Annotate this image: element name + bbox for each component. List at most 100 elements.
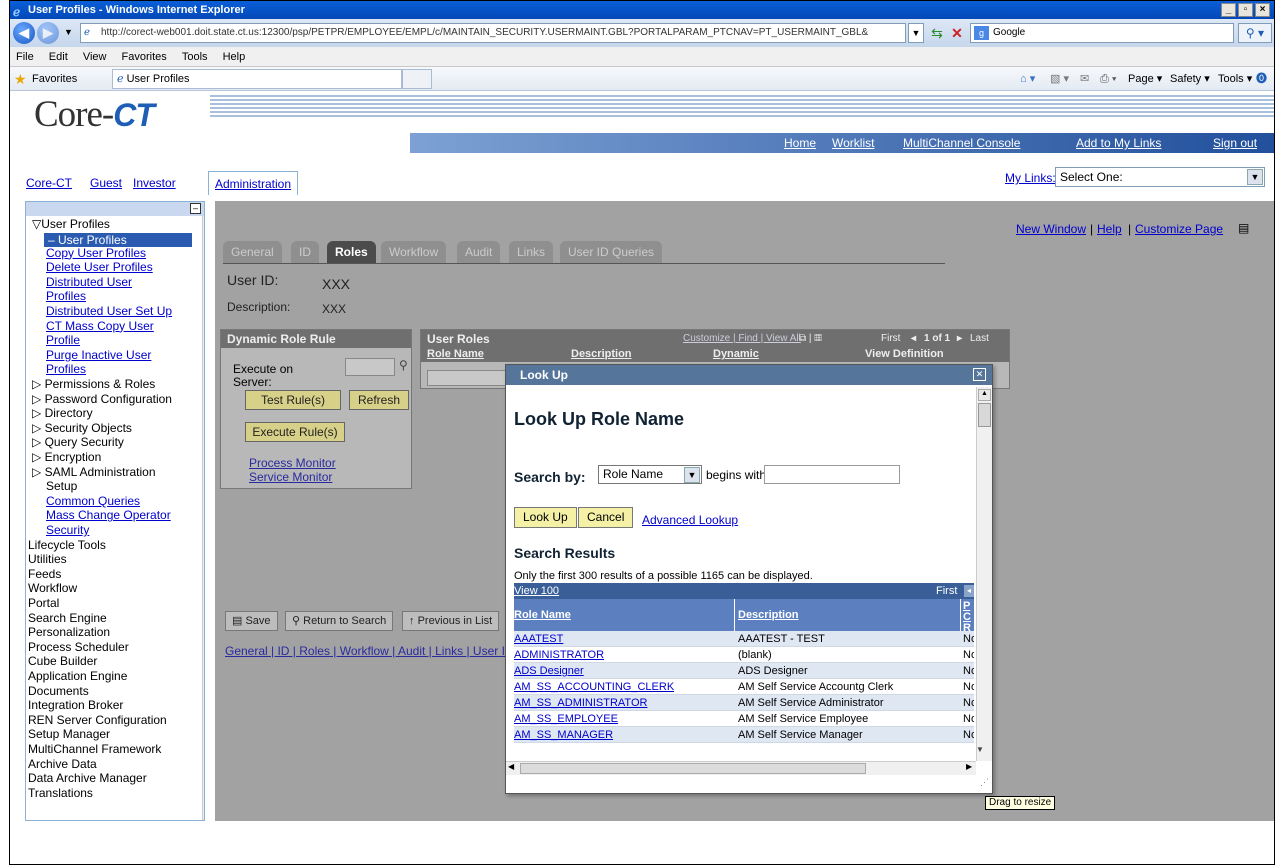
- home-link[interactable]: Home: [784, 136, 816, 150]
- tab-guest[interactable]: Guest: [90, 171, 122, 195]
- scroll-left-icon[interactable]: ◀: [508, 762, 514, 771]
- look-up-button[interactable]: Look Up: [514, 507, 577, 528]
- return-to-search-button[interactable]: ⚲ Return to Search: [285, 611, 394, 631]
- grid-next-icon[interactable]: ▸: [957, 330, 962, 348]
- collapse-menu-icon[interactable]: –: [190, 203, 201, 214]
- grid-last[interactable]: Last: [970, 330, 989, 348]
- tab-id[interactable]: ID: [291, 241, 319, 263]
- new-window-link[interactable]: New Window: [1016, 222, 1086, 236]
- print-icon[interactable]: ⎙ ▾: [1100, 67, 1116, 91]
- tab-audit[interactable]: Audit: [457, 241, 501, 263]
- menu-item-18[interactable]: Setup: [46, 480, 77, 493]
- role-name-search-input[interactable]: [764, 465, 900, 484]
- menu-help[interactable]: Help: [223, 51, 246, 63]
- role-name-link[interactable]: ADMINISTRATOR: [514, 647, 604, 663]
- results-col-description[interactable]: Description: [738, 609, 799, 621]
- menu-item-14[interactable]: ▷ Security Objects: [32, 421, 132, 435]
- col-dynamic[interactable]: Dynamic: [713, 348, 759, 360]
- menu-item-19[interactable]: Common Queries: [46, 494, 140, 508]
- menu-item-2[interactable]: Copy User Profiles: [46, 246, 146, 260]
- search-by-select[interactable]: Role Name ▼: [598, 465, 702, 484]
- menu-item-31[interactable]: Application Engine: [28, 670, 127, 683]
- menu-item-36[interactable]: MultiChannel Framework: [28, 743, 161, 756]
- scroll-right-icon[interactable]: ▶: [966, 762, 972, 771]
- sign-out-link[interactable]: Sign out: [1213, 136, 1257, 150]
- role-name-link[interactable]: AAATEST: [514, 631, 563, 647]
- close-icon[interactable]: ✕: [973, 368, 986, 381]
- role-name-link[interactable]: AM_SS_EMPLOYEE: [514, 711, 618, 727]
- grid-zoom-icon[interactable]: ⧉ | ▦: [799, 330, 822, 348]
- modal-vertical-scrollbar[interactable]: ▲: [976, 387, 992, 761]
- tab-administration[interactable]: Administration: [208, 171, 299, 195]
- test-rules-button[interactable]: Test Rule(s): [245, 390, 341, 410]
- role-name-input[interactable]: [427, 370, 507, 386]
- modal-hscroll-thumb[interactable]: [520, 763, 866, 774]
- server-input[interactable]: [345, 358, 395, 376]
- menu-item-33[interactable]: Integration Broker: [28, 699, 123, 712]
- history-dropdown-icon[interactable]: ▼: [64, 27, 73, 37]
- customize-page-link[interactable]: Customize Page: [1135, 222, 1223, 236]
- menu-item-4[interactable]: Distributed User: [46, 275, 132, 289]
- browser-tab-user-profiles[interactable]: ℯ User Profiles: [112, 69, 402, 89]
- menu-item-12[interactable]: ▷ Password Configuration: [32, 392, 172, 406]
- menu-item-13[interactable]: ▷ Directory: [32, 407, 93, 420]
- results-first[interactable]: First: [936, 583, 957, 599]
- scroll-up-icon[interactable]: ▲: [204, 218, 205, 230]
- url-dropdown-icon[interactable]: ▼: [908, 23, 924, 43]
- role-name-link[interactable]: ADS Designer: [514, 663, 584, 679]
- menu-item-24[interactable]: Feeds: [28, 567, 61, 581]
- tab-user-id-queries[interactable]: User ID Queries: [560, 241, 663, 263]
- menu-item-20[interactable]: Mass Change Operator: [46, 509, 171, 522]
- minimize-button[interactable]: _: [1221, 3, 1236, 17]
- add-to-my-links-link[interactable]: Add to My Links: [1076, 136, 1161, 150]
- modal-horizontal-scrollbar[interactable]: ◀ ▶: [506, 761, 976, 775]
- menu-item-23[interactable]: Utilities: [28, 553, 67, 566]
- menu-scrollbar[interactable]: ▲: [202, 216, 205, 820]
- menu-scroll-thumb[interactable]: [204, 232, 205, 692]
- tools-menu[interactable]: Tools ▾: [1218, 67, 1252, 91]
- role-name-link[interactable]: AM_SS_ADMINISTRATOR: [514, 695, 647, 711]
- multichannel-console-link[interactable]: MultiChannel Console: [903, 136, 1020, 150]
- menu-item-11[interactable]: ▷ Permissions & Roles: [32, 378, 155, 391]
- tab-workflow[interactable]: Workflow: [381, 241, 447, 263]
- page-menu[interactable]: Page ▾: [1128, 67, 1162, 91]
- menu-item-37[interactable]: Archive Data: [28, 757, 97, 771]
- service-monitor-link[interactable]: Service Monitor: [249, 470, 332, 484]
- advanced-lookup-link[interactable]: Advanced Lookup: [642, 513, 738, 527]
- results-prev-icon[interactable]: ◂: [964, 585, 974, 597]
- role-name-link[interactable]: AM_SS_MANAGER: [514, 727, 613, 743]
- favorites-button[interactable]: Favorites: [32, 67, 77, 91]
- maximize-button[interactable]: ▫: [1238, 3, 1253, 17]
- home-icon[interactable]: ⌂ ▾: [1020, 67, 1035, 91]
- menu-favorites[interactable]: Favorites: [122, 51, 167, 63]
- menu-item-35[interactable]: Setup Manager: [28, 728, 110, 741]
- menu-item-39[interactable]: Translations: [28, 786, 93, 800]
- help-icon[interactable]: ⓿: [1256, 67, 1267, 91]
- menu-item-34[interactable]: REN Server Configuration: [28, 713, 167, 727]
- role-name-link[interactable]: AM_SS_ACCOUNTING_CLERK: [514, 679, 674, 695]
- my-links-select[interactable]: Select One: ▼: [1055, 167, 1265, 187]
- mail-icon[interactable]: ✉: [1080, 67, 1089, 91]
- menu-item-29[interactable]: Process Scheduler: [28, 640, 129, 654]
- menu-item-25[interactable]: Workflow: [28, 582, 77, 595]
- execute-rules-button[interactable]: Execute Rule(s): [245, 422, 345, 442]
- search-go-icon[interactable]: ⚲ ▾: [1238, 23, 1272, 43]
- new-tab-button[interactable]: [402, 69, 432, 89]
- menu-item-38[interactable]: Data Archive Manager: [28, 772, 147, 785]
- tab-investor[interactable]: Investor: [133, 171, 176, 195]
- menu-item-10[interactable]: Profiles: [46, 363, 86, 376]
- scroll-up-icon[interactable]: ▲: [978, 389, 991, 401]
- grid-first[interactable]: First: [881, 330, 900, 348]
- view-100-link[interactable]: View 100: [514, 583, 559, 599]
- menu-item-17[interactable]: ▷ SAML Administration: [32, 465, 156, 479]
- menu-item-5[interactable]: Profiles: [46, 290, 86, 303]
- feeds-icon[interactable]: ▧ ▾: [1050, 67, 1069, 91]
- menu-item-3[interactable]: Delete User Profiles: [46, 261, 153, 274]
- address-bar[interactable]: ℯ http://corect-web001.doit.state.ct.us:…: [80, 23, 906, 43]
- menu-item-21[interactable]: Security: [46, 524, 89, 537]
- save-button[interactable]: ▤ Save: [225, 611, 278, 631]
- stop-icon[interactable]: ✕: [948, 23, 966, 43]
- modal-header[interactable]: Look Up: [506, 365, 992, 385]
- process-monitor-link[interactable]: Process Monitor: [249, 456, 336, 470]
- grid-prev-icon[interactable]: ◂: [911, 330, 916, 348]
